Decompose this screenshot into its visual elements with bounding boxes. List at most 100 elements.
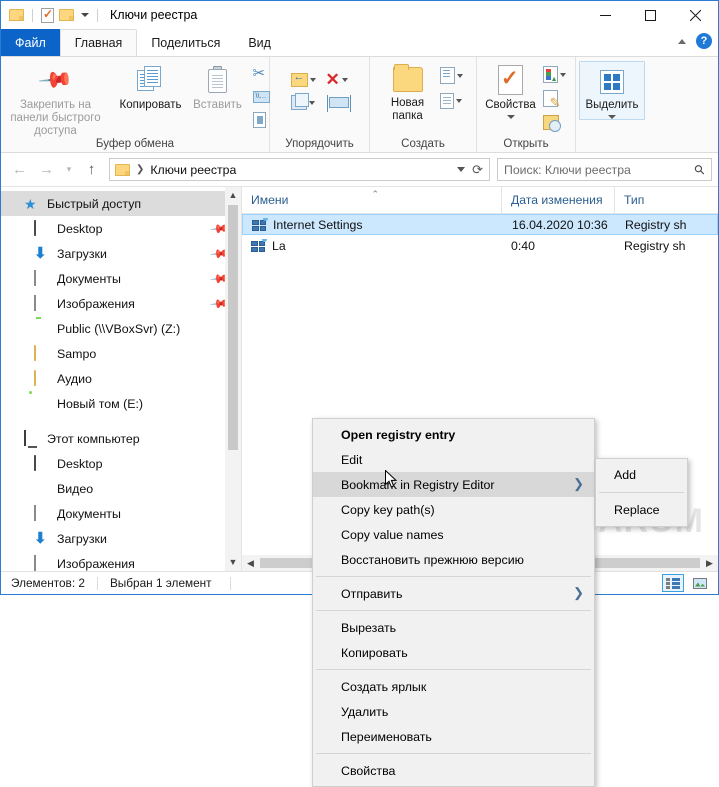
refresh-icon[interactable]: ⟳	[472, 163, 483, 176]
submenu-item-replace[interactable]: Replace	[596, 497, 687, 523]
breadcrumb[interactable]: Ключи реестра	[150, 163, 236, 177]
sidebar-item-sampo[interactable]: Sampo	[1, 341, 241, 366]
select-button[interactable]: Выделить	[580, 64, 644, 119]
edit-button[interactable]	[542, 88, 566, 111]
sidebar-item-label: Быстрый доступ	[47, 196, 142, 211]
table-row[interactable]: Internet Settings 16.04.2020 10:36 Regis…	[242, 214, 718, 235]
menu-item-open-registry-entry[interactable]: Open registry entry	[313, 422, 594, 447]
large-icons-view-icon[interactable]	[689, 574, 711, 592]
sidebar-item-new-volume[interactable]: Новый том (E:)	[1, 391, 241, 416]
new-folder-icon[interactable]	[59, 9, 74, 21]
sidebar-item-pc-downloads[interactable]: ⬇ Загрузки	[1, 526, 241, 551]
move-to-button[interactable]	[290, 69, 316, 90]
menu-item-properties[interactable]: Свойства	[313, 758, 594, 783]
menu-item-label: Open registry entry	[341, 427, 456, 442]
copy-path-button[interactable]: \\…	[252, 86, 270, 107]
sidebar-item-pc-documents[interactable]: Документы	[1, 501, 241, 526]
easy-access-button[interactable]	[439, 90, 463, 111]
up-arrow-icon[interactable]: ↑	[79, 157, 104, 182]
history-button[interactable]	[542, 112, 566, 133]
sidebar-item-desktop[interactable]: Desktop 📌	[1, 216, 241, 241]
chevron-down-icon[interactable]	[81, 13, 89, 17]
scrollbar-thumb[interactable]	[228, 205, 238, 450]
chevron-down-icon[interactable]	[457, 167, 466, 172]
maximize-icon[interactable]	[628, 1, 673, 29]
bookmark-submenu: Add Replace	[595, 458, 688, 527]
submenu-item-add[interactable]: Add	[596, 462, 687, 488]
scroll-up-icon[interactable]: ▲	[229, 187, 238, 204]
menu-item-copy[interactable]: Копировать	[313, 640, 594, 665]
scroll-down-icon[interactable]: ▼	[229, 554, 238, 571]
address-field[interactable]: ❯ Ключи реестра ⟳	[109, 158, 490, 181]
sidebar-item-downloads[interactable]: ⬇ Загрузки 📌	[1, 241, 241, 266]
navigation-scrollbar[interactable]: ▲ ▼	[225, 187, 241, 571]
menu-item-edit[interactable]: Edit	[313, 447, 594, 472]
chevron-down-icon[interactable]	[341, 77, 348, 82]
new-item-icon	[439, 67, 455, 84]
sidebar-item-label: Этот компьютер	[47, 431, 140, 446]
help-icon[interactable]: ?	[696, 33, 712, 49]
scroll-right-icon[interactable]: ▶	[701, 558, 718, 569]
chevron-down-icon[interactable]	[608, 115, 616, 119]
copy-button[interactable]: Копировать	[115, 60, 187, 112]
menu-item-copy-value-names[interactable]: Copy value names	[313, 522, 594, 547]
menu-item-create-shortcut[interactable]: Создать ярлык	[313, 674, 594, 699]
pin-to-quick-access-button[interactable]: 📌 Закрепить на панели быстрого доступа	[0, 60, 115, 138]
column-header-name[interactable]: ⌃ Имени	[242, 187, 502, 213]
sidebar-item-pc-pictures[interactable]: Изображения	[1, 551, 241, 571]
sidebar-item-pictures[interactable]: Изображения 📌	[1, 291, 241, 316]
menu-item-cut[interactable]: Вырезать	[313, 615, 594, 640]
sidebar-item-documents[interactable]: Документы 📌	[1, 266, 241, 291]
sidebar-item-label: Аудио	[57, 371, 92, 386]
chevron-down-icon[interactable]	[309, 77, 316, 82]
search-input[interactable]: Поиск: Ключи реестра	[504, 163, 695, 177]
menu-item-delete[interactable]: Удалить	[313, 699, 594, 724]
sidebar-item-audio[interactable]: Аудио	[1, 366, 241, 391]
sidebar-item-public-network-drive[interactable]: Public (\\VBoxSvr) (Z:)	[1, 316, 241, 341]
cut-button[interactable]: ✂	[253, 63, 270, 84]
scroll-left-icon[interactable]: ◀	[242, 558, 259, 569]
tab-view[interactable]: Вид	[234, 29, 285, 56]
chevron-down-icon[interactable]	[506, 115, 515, 119]
back-arrow-icon[interactable]: ←	[7, 157, 32, 182]
close-icon[interactable]	[673, 1, 718, 29]
quick-access-toolbar	[1, 7, 101, 23]
menu-item-rename[interactable]: Переименовать	[313, 724, 594, 749]
sidebar-item-label: Загрузки	[57, 246, 107, 261]
tab-share[interactable]: Поделиться	[137, 29, 234, 56]
open-button[interactable]	[542, 64, 566, 85]
chevron-down-icon[interactable]	[455, 98, 462, 103]
copy-to-button[interactable]	[290, 92, 316, 113]
chevron-down-icon[interactable]	[559, 72, 566, 77]
rename-button[interactable]	[326, 92, 351, 113]
table-row[interactable]: La 0:40 Registry sh	[242, 235, 718, 256]
menu-item-send-to[interactable]: Отправить ❯	[313, 581, 594, 606]
minimize-icon[interactable]	[583, 1, 628, 29]
folder-icon[interactable]	[9, 9, 24, 21]
paste-shortcut-button[interactable]	[252, 109, 270, 130]
properties-button[interactable]: Свойства	[483, 60, 539, 119]
recent-locations-icon[interactable]: ▾	[61, 157, 77, 182]
tab-file[interactable]: Файл	[1, 29, 60, 56]
menu-item-restore-previous-version[interactable]: Восстановить прежнюю версию	[313, 547, 594, 572]
paste-button[interactable]: Вставить	[187, 60, 249, 112]
sidebar-item-videos[interactable]: Видео	[1, 476, 241, 501]
search-box[interactable]: Поиск: Ключи реестра ⚲	[497, 158, 712, 181]
tab-home[interactable]: Главная	[59, 29, 138, 56]
delete-button[interactable]: ✕	[326, 69, 349, 90]
new-folder-button[interactable]: Новая папка	[380, 60, 436, 123]
column-header-type[interactable]: Тип	[615, 187, 718, 213]
properties-icon[interactable]	[41, 7, 54, 23]
sidebar-item-this-pc[interactable]: Этот компьютер	[1, 426, 241, 451]
menu-item-copy-key-path[interactable]: Copy key path(s)	[313, 497, 594, 522]
menu-item-bookmark-in-registry-editor[interactable]: Bookmark in Registry Editor ❯	[313, 472, 594, 497]
forward-arrow-icon[interactable]: →	[34, 157, 59, 182]
details-view-icon[interactable]	[662, 574, 684, 592]
column-header-date[interactable]: Дата изменения	[502, 187, 615, 213]
chevron-down-icon[interactable]	[456, 73, 463, 78]
collapse-ribbon-icon[interactable]	[678, 38, 686, 44]
sidebar-item-quick-access[interactable]: ★ Быстрый доступ	[1, 191, 241, 216]
new-item-button[interactable]	[439, 65, 463, 86]
chevron-down-icon[interactable]	[308, 100, 315, 105]
sidebar-item-pc-desktop[interactable]: Desktop	[1, 451, 241, 476]
